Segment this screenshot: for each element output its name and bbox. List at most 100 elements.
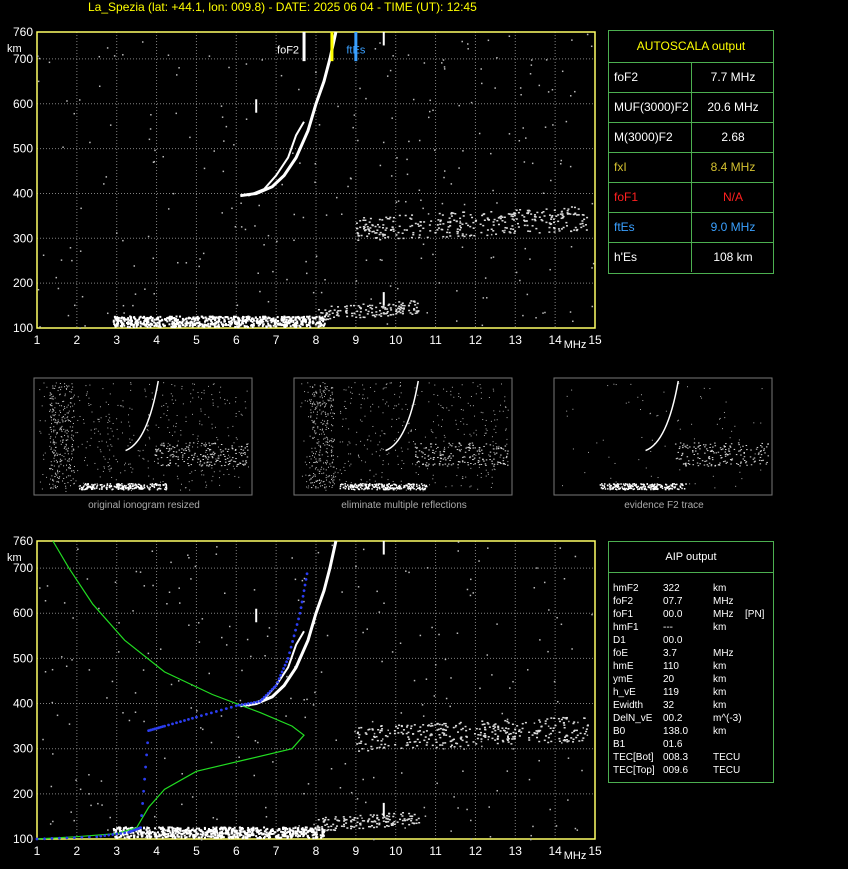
es-layer-dot bbox=[246, 456, 249, 458]
noise-dot bbox=[333, 479, 335, 481]
e-layer-dot bbox=[226, 316, 229, 319]
noise-dot bbox=[500, 404, 502, 406]
noise-dot bbox=[428, 401, 430, 403]
noise-dot bbox=[50, 429, 52, 431]
noise-dot bbox=[196, 710, 198, 712]
noise-dot bbox=[496, 57, 498, 59]
noise-dot bbox=[316, 417, 318, 419]
y-tick-label: 760 bbox=[13, 25, 33, 39]
noise-dot bbox=[324, 487, 326, 489]
e-layer-dot bbox=[420, 483, 423, 485]
noise-dot bbox=[69, 420, 71, 422]
noise-dot bbox=[418, 189, 421, 192]
es-layer-dot bbox=[181, 456, 184, 458]
e-layer-dot bbox=[83, 485, 85, 488]
e-layer-dot bbox=[170, 325, 173, 328]
noise-dot bbox=[414, 429, 416, 431]
noise-dot bbox=[235, 413, 237, 415]
noise-dot bbox=[469, 405, 471, 407]
noise-dot bbox=[438, 403, 440, 405]
true-height-point bbox=[80, 835, 84, 839]
noise-dot bbox=[482, 412, 484, 414]
e-layer-dot bbox=[259, 318, 262, 321]
noise-dot bbox=[293, 239, 295, 242]
es-layer-dot bbox=[581, 220, 584, 222]
e-layer-dot bbox=[92, 484, 95, 486]
noise-dot bbox=[325, 416, 327, 418]
es-layer-dot bbox=[518, 735, 521, 737]
es-layer-dot bbox=[579, 732, 582, 735]
noise-dot bbox=[545, 59, 548, 61]
noise-dot bbox=[322, 431, 324, 433]
e-layer-dot bbox=[151, 830, 154, 833]
noise-dot bbox=[78, 485, 80, 487]
e-layer-dot bbox=[380, 483, 383, 485]
noise-dot bbox=[322, 382, 324, 384]
noise-dot bbox=[52, 753, 54, 755]
noise-dot bbox=[239, 699, 242, 702]
e-layer-dot bbox=[286, 316, 289, 319]
true-height-point bbox=[65, 836, 69, 840]
es-layer-dot bbox=[561, 213, 564, 215]
es-layer-dot bbox=[506, 731, 509, 734]
es-layer-dot bbox=[208, 464, 211, 466]
e-layer-dot bbox=[354, 484, 356, 486]
es-layer-dot bbox=[459, 217, 462, 220]
e-layer-dot bbox=[262, 323, 265, 326]
noise-dot bbox=[316, 406, 318, 408]
noise-dot bbox=[95, 428, 97, 430]
e-layer-dot bbox=[340, 484, 342, 486]
noise-dot bbox=[175, 399, 177, 401]
e-layer-dot bbox=[382, 486, 385, 488]
es-layer-dot bbox=[463, 235, 466, 238]
e-layer-dot bbox=[255, 827, 258, 830]
es-layer-dot bbox=[361, 748, 364, 750]
es-layer-dot bbox=[455, 742, 458, 745]
noise-dot bbox=[321, 433, 323, 435]
noise-dot bbox=[422, 207, 424, 210]
es-layer-dot bbox=[539, 729, 542, 732]
noise-dot bbox=[105, 401, 107, 403]
es-layer-dot bbox=[509, 231, 512, 234]
noise-dot bbox=[485, 469, 487, 471]
noise-dot bbox=[400, 447, 402, 449]
noise-dot bbox=[211, 394, 213, 396]
noise-dot bbox=[432, 421, 434, 423]
noise-dot bbox=[349, 442, 351, 444]
e-layer-dot bbox=[407, 305, 410, 307]
e-layer-dot bbox=[413, 813, 416, 816]
e-layer-dot bbox=[140, 485, 143, 487]
noise-dot bbox=[60, 443, 62, 445]
e-layer-dot bbox=[259, 829, 262, 832]
noise-dot bbox=[362, 384, 364, 386]
e-layer-dot bbox=[296, 829, 299, 832]
es-layer-dot bbox=[360, 726, 363, 729]
es-layer-dot bbox=[490, 228, 493, 231]
noise-dot bbox=[281, 183, 283, 186]
es-layer-dot bbox=[244, 452, 246, 454]
noise-dot bbox=[174, 431, 176, 433]
noise-dot bbox=[327, 476, 329, 478]
e-layer-dot bbox=[238, 325, 241, 328]
es-layer-dot bbox=[517, 211, 520, 214]
es-layer-dot bbox=[528, 737, 531, 739]
e-layer-dot bbox=[146, 485, 148, 487]
noise-dot bbox=[357, 454, 359, 456]
y-tick-label: 500 bbox=[13, 651, 33, 665]
noise-dot bbox=[375, 432, 377, 434]
noise-dot bbox=[199, 420, 201, 422]
noise-dot bbox=[253, 774, 256, 777]
e-layer-dot bbox=[245, 325, 248, 328]
es-layer-dot bbox=[585, 229, 588, 231]
noise-dot bbox=[301, 383, 303, 385]
e-layer-dot bbox=[372, 486, 375, 488]
es-layer-dot bbox=[583, 218, 586, 221]
noise-dot bbox=[37, 80, 40, 83]
noise-dot bbox=[55, 454, 57, 456]
true-height-point bbox=[243, 702, 247, 706]
e-layer-dot bbox=[143, 323, 146, 326]
noise-dot bbox=[509, 687, 511, 689]
es-layer-dot bbox=[563, 738, 566, 741]
es-layer-dot bbox=[201, 464, 204, 466]
noise-dot bbox=[147, 235, 150, 238]
